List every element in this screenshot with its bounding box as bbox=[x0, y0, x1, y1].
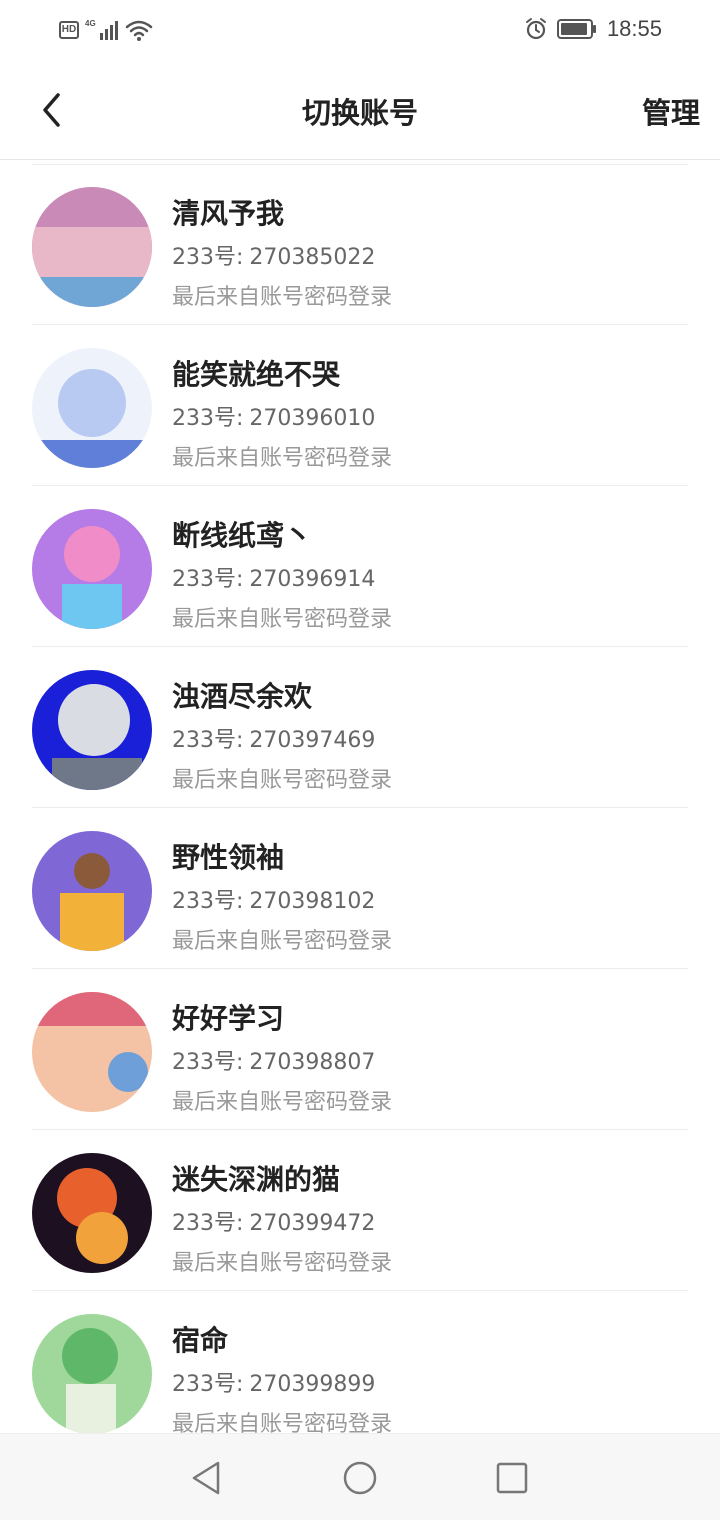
account-name: 好好学习 bbox=[172, 1002, 285, 1035]
uid-value: 270398102 bbox=[249, 889, 376, 914]
account-item[interactable]: 清风予我 233号: 270385022 最后来自账号密码登录 bbox=[0, 164, 720, 325]
home-circle-icon bbox=[343, 1461, 377, 1495]
account-item[interactable]: 能笑就绝不哭 233号: 270396010 最后来自账号密码登录 bbox=[0, 325, 720, 486]
account-item[interactable]: 好好学习 233号: 270398807 最后来自账号密码登录 bbox=[0, 969, 720, 1130]
account-item[interactable]: 野性领袖 233号: 270398102 最后来自账号密码登录 bbox=[0, 808, 720, 969]
manage-button[interactable]: 管理 bbox=[642, 90, 700, 132]
account-uid: 233号: 270385022 bbox=[172, 239, 375, 271]
login-source: 最后来自账号密码登录 bbox=[172, 929, 393, 954]
uid-label: 233号: bbox=[172, 1211, 244, 1236]
login-source: 最后来自账号密码登录 bbox=[172, 607, 393, 632]
login-source: 最后来自账号密码登录 bbox=[172, 1090, 393, 1115]
battery-icon bbox=[556, 19, 596, 39]
app-header: 切换账号 管理 bbox=[0, 62, 720, 160]
account-uid: 233号: 270397469 bbox=[172, 722, 375, 754]
login-source: 最后来自账号密码登录 bbox=[172, 1412, 393, 1433]
avatar bbox=[32, 187, 152, 307]
uid-value: 270396914 bbox=[249, 567, 376, 592]
status-right: 18:55 bbox=[525, 16, 662, 42]
account-uid: 233号: 270399472 bbox=[172, 1205, 375, 1237]
signal-icon: 4G bbox=[85, 19, 118, 40]
uid-label: 233号: bbox=[172, 1050, 244, 1075]
account-name: 野性领袖 bbox=[172, 841, 285, 874]
avatar bbox=[32, 992, 152, 1112]
account-uid: 233号: 270398102 bbox=[172, 883, 375, 915]
page-title: 切换账号 bbox=[301, 96, 418, 130]
account-item[interactable]: 迷失深渊的猫 233号: 270399472 最后来自账号密码登录 bbox=[0, 1130, 720, 1291]
back-triangle-icon bbox=[192, 1461, 220, 1495]
nav-recents-button[interactable] bbox=[492, 1458, 532, 1498]
uid-value: 270385022 bbox=[249, 245, 376, 270]
account-item[interactable]: 断线纸鸢丶 233号: 270396914 最后来自账号密码登录 bbox=[0, 486, 720, 647]
account-name: 能笑就绝不哭 bbox=[172, 358, 341, 391]
login-source: 最后来自账号密码登录 bbox=[172, 285, 393, 310]
nav-home-button[interactable] bbox=[340, 1458, 380, 1498]
account-name: 宿命 bbox=[172, 1324, 229, 1357]
alarm-icon bbox=[525, 18, 546, 40]
uid-label: 233号: bbox=[172, 889, 244, 914]
nav-back-button[interactable] bbox=[186, 1458, 226, 1498]
avatar bbox=[32, 1314, 152, 1433]
account-uid: 233号: 270396914 bbox=[172, 561, 375, 593]
login-source: 最后来自账号密码登录 bbox=[172, 768, 393, 793]
recents-square-icon bbox=[496, 1462, 528, 1494]
account-uid: 233号: 270398807 bbox=[172, 1044, 375, 1076]
uid-label: 233号: bbox=[172, 406, 244, 431]
wifi-icon bbox=[125, 20, 153, 41]
avatar bbox=[32, 670, 152, 790]
account-item[interactable]: 浊酒尽余欢 233号: 270397469 最后来自账号密码登录 bbox=[0, 647, 720, 808]
uid-label: 233号: bbox=[172, 245, 244, 270]
uid-label: 233号: bbox=[172, 567, 244, 592]
uid-label: 233号: bbox=[172, 1372, 244, 1397]
avatar bbox=[32, 509, 152, 629]
status-bar: HD 4G 18:55 bbox=[0, 0, 720, 62]
status-time: 18:55 bbox=[606, 16, 662, 41]
account-item[interactable]: 宿命 233号: 270399899 最后来自账号密码登录 bbox=[0, 1291, 720, 1433]
account-name: 浊酒尽余欢 bbox=[172, 680, 313, 713]
login-source: 最后来自账号密码登录 bbox=[172, 446, 393, 471]
login-source: 最后来自账号密码登录 bbox=[172, 1251, 393, 1276]
avatar bbox=[32, 1153, 152, 1273]
hd-badge: HD bbox=[59, 21, 79, 39]
uid-value: 270399899 bbox=[249, 1372, 376, 1397]
account-name: 迷失深渊的猫 bbox=[172, 1163, 341, 1196]
uid-value: 270398807 bbox=[249, 1050, 376, 1075]
avatar bbox=[32, 348, 152, 468]
uid-value: 270399472 bbox=[249, 1211, 376, 1236]
uid-label: 233号: bbox=[172, 728, 244, 753]
account-uid: 233号: 270399899 bbox=[172, 1366, 375, 1398]
status-left: HD 4G bbox=[59, 18, 153, 42]
account-list: 清风予我 233号: 270385022 最后来自账号密码登录 能笑就绝不哭 23… bbox=[0, 161, 720, 1433]
account-name: 断线纸鸢丶 bbox=[172, 519, 313, 552]
account-name: 清风予我 bbox=[172, 197, 285, 230]
system-nav-bar bbox=[0, 1433, 720, 1520]
account-uid: 233号: 270396010 bbox=[172, 400, 375, 432]
uid-value: 270397469 bbox=[249, 728, 376, 753]
avatar bbox=[32, 831, 152, 951]
uid-value: 270396010 bbox=[249, 406, 376, 431]
network-label: 4G bbox=[85, 19, 96, 28]
